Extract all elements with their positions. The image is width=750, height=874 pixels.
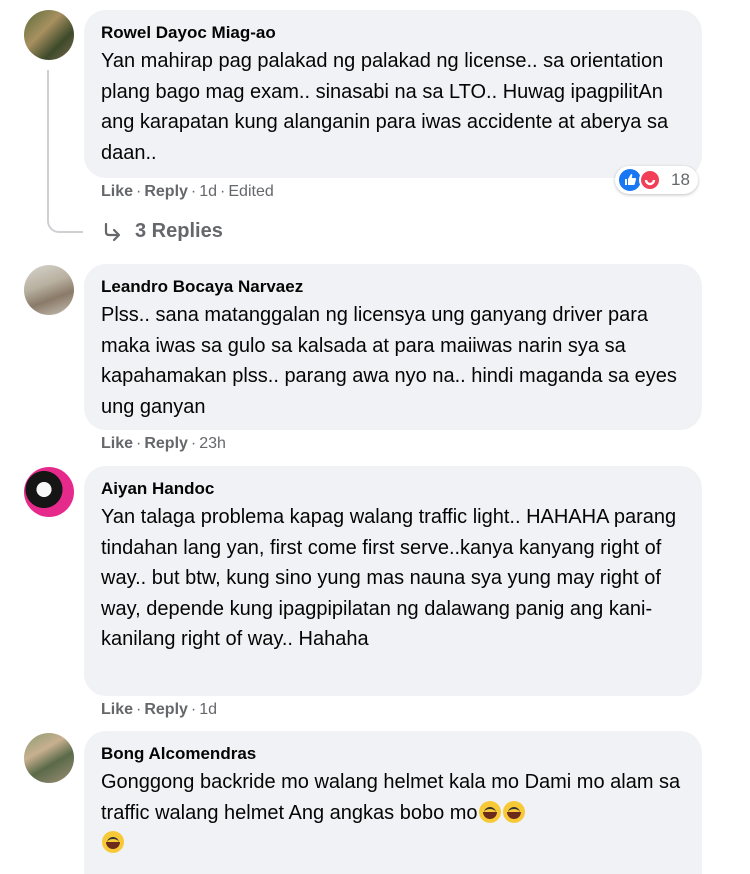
- comment-bubble: Aiyan Handoc Yan talaga problema kapag w…: [84, 466, 702, 696]
- comment-author[interactable]: Leandro Bocaya Narvaez: [101, 276, 686, 298]
- replies-count-label: 3 Replies: [135, 220, 223, 242]
- reply-button[interactable]: Reply: [144, 435, 188, 452]
- laughing-emoji-icon: [502, 800, 525, 823]
- edited-label: Edited: [228, 183, 274, 200]
- reply-button[interactable]: Reply: [144, 701, 188, 718]
- comment-actions: Like · Reply · 1d: [101, 701, 218, 718]
- comment-actions: Like · Reply · 23h: [101, 435, 226, 452]
- thread-connector-line: [47, 70, 83, 233]
- comment-actions: Like · Reply · 1d · Edited: [101, 183, 274, 200]
- comment-text: Yan mahirap pag palakad ng palakad ng li…: [101, 50, 669, 164]
- comment-author[interactable]: Aiyan Handoc: [101, 478, 686, 500]
- comment-text: Yan talaga problema kapag walang traffic…: [101, 506, 677, 650]
- reply-button[interactable]: Reply: [144, 183, 188, 200]
- laughing-emoji-icon: [102, 831, 124, 853]
- like-reaction-icon: [619, 169, 641, 191]
- timestamp[interactable]: 1d: [199, 183, 217, 200]
- comment-bubble: Rowel Dayoc Miag-ao Yan mahirap pag pala…: [84, 10, 702, 178]
- timestamp[interactable]: 23h: [199, 435, 226, 452]
- comment-text: Plss.. sana matanggalan ng licensya ung …: [101, 304, 677, 418]
- avatar[interactable]: [24, 265, 74, 315]
- comment-bubble: Leandro Bocaya Narvaez Plss.. sana matan…: [84, 264, 702, 430]
- reply-arrow-icon: [104, 222, 121, 241]
- like-button[interactable]: Like: [101, 701, 133, 718]
- view-replies-button[interactable]: 3 Replies: [101, 220, 223, 243]
- like-button[interactable]: Like: [101, 183, 133, 200]
- laughing-emoji-icon: [478, 800, 501, 823]
- comment-author[interactable]: Bong Alcomendras: [101, 743, 686, 765]
- reaction-count: 18: [671, 170, 690, 189]
- avatar[interactable]: [24, 10, 74, 60]
- comment-bubble: Bong Alcomendras Gonggong backride mo wa…: [84, 731, 702, 874]
- comment-text-content: Gonggong backride mo walang helmet kala …: [101, 771, 681, 824]
- haha-reaction-icon: [639, 169, 661, 191]
- avatar[interactable]: [24, 467, 74, 517]
- comment-author[interactable]: Rowel Dayoc Miag-ao: [101, 22, 686, 44]
- avatar[interactable]: [24, 733, 74, 783]
- comment-text: Gonggong backride mo walang helmet kala …: [101, 767, 686, 859]
- timestamp[interactable]: 1d: [199, 701, 217, 718]
- reaction-summary[interactable]: 18: [615, 166, 698, 194]
- like-button[interactable]: Like: [101, 435, 133, 452]
